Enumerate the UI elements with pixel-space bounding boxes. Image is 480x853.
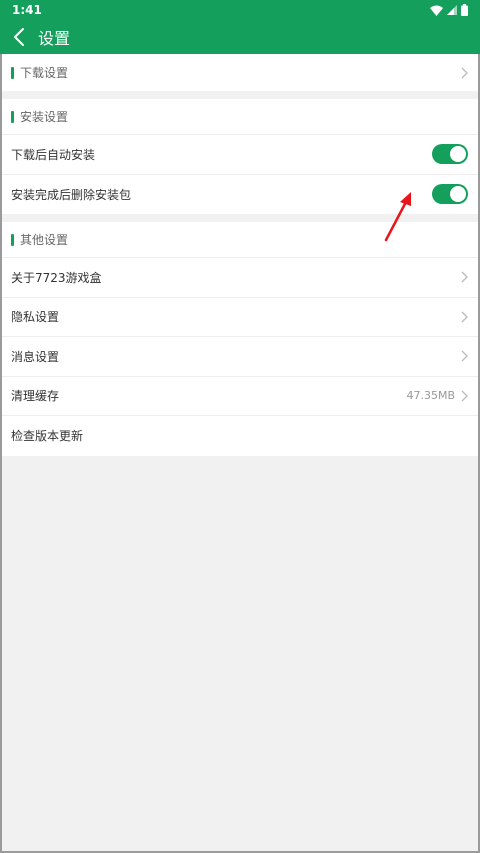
section-marker xyxy=(11,233,14,246)
wifi-icon xyxy=(430,5,443,16)
auto-install-row: 下载后自动安装 xyxy=(2,135,478,175)
status-icons xyxy=(430,4,468,16)
check-update-label: 检查版本更新 xyxy=(11,429,84,444)
section-marker xyxy=(11,110,14,123)
section-header-install: 安装设置 xyxy=(2,99,478,135)
status-time: 1:41 xyxy=(12,3,42,17)
settings-list: 下载设置 安装设置 下载后自动安装 安装完成后删除安装包 其他设置 关于7723… xyxy=(2,54,478,456)
battery-icon xyxy=(461,4,468,16)
section-marker xyxy=(11,66,14,79)
message-label: 消息设置 xyxy=(11,349,60,364)
status-bar: 1:41 xyxy=(0,0,480,20)
chevron-right-icon xyxy=(461,311,468,323)
about-row[interactable]: 关于7723游戏盒 xyxy=(2,258,478,298)
chevron-right-icon xyxy=(461,350,468,362)
auto-install-toggle[interactable] xyxy=(432,144,468,165)
section-gap xyxy=(2,91,478,99)
chevron-right-icon xyxy=(461,67,468,79)
signal-icon xyxy=(447,5,457,15)
toggle-knob xyxy=(450,186,466,203)
auto-install-label: 下载后自动安装 xyxy=(11,147,96,162)
cache-size-value: 47.35MB xyxy=(406,389,455,403)
clear-cache-label: 清理缓存 xyxy=(11,389,60,404)
download-settings-item[interactable]: 下载设置 xyxy=(2,54,478,91)
chevron-right-icon xyxy=(461,271,468,283)
clear-cache-row[interactable]: 清理缓存 47.35MB xyxy=(2,377,478,416)
privacy-row[interactable]: 隐私设置 xyxy=(2,298,478,337)
chevron-right-icon xyxy=(461,390,468,402)
toggle-knob xyxy=(450,146,466,163)
message-row[interactable]: 消息设置 xyxy=(2,337,478,377)
delete-package-label: 安装完成后删除安装包 xyxy=(11,187,132,202)
section-title-install: 安装设置 xyxy=(20,110,69,124)
page-title: 设置 xyxy=(38,29,71,48)
delete-package-toggle[interactable] xyxy=(432,184,468,205)
check-update-row[interactable]: 检查版本更新 xyxy=(2,416,478,456)
section-other: 其他设置 关于7723游戏盒 隐私设置 消息设置 清理缓存 47.35MB 检查… xyxy=(2,222,478,456)
annotation-arrow-icon xyxy=(384,192,411,242)
back-button[interactable] xyxy=(2,20,36,54)
about-label: 关于7723游戏盒 xyxy=(11,270,102,285)
app-bar: 设置 xyxy=(0,20,480,54)
section-download: 下载设置 xyxy=(2,54,478,91)
privacy-label: 隐私设置 xyxy=(11,310,60,325)
back-arrow-icon xyxy=(14,28,24,46)
section-title-download: 下载设置 xyxy=(20,66,69,80)
section-title-other: 其他设置 xyxy=(20,233,69,247)
